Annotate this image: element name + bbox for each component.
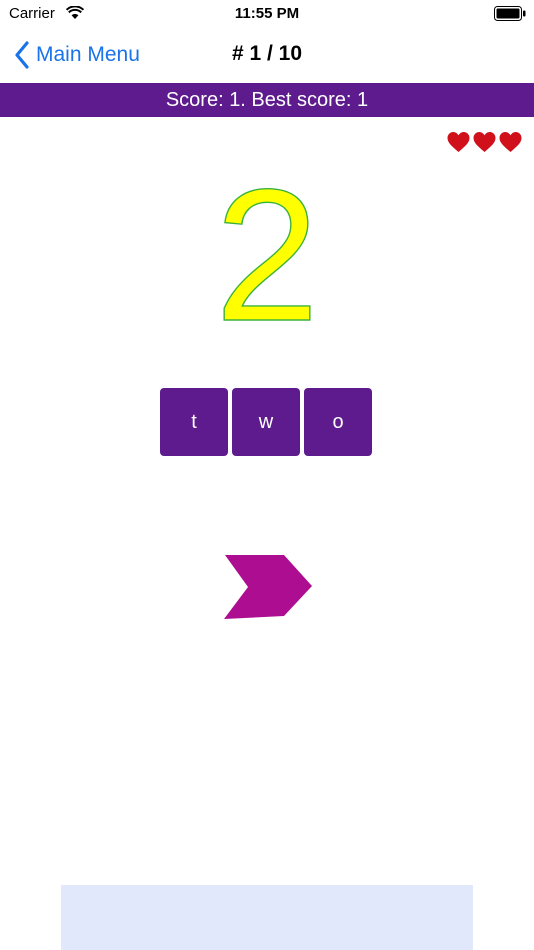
heart-icon	[447, 132, 470, 152]
battery-icon	[494, 6, 526, 21]
answer-tiles: two	[160, 388, 372, 456]
letter-tile[interactable]: w	[232, 388, 300, 456]
chevron-left-icon	[15, 41, 29, 69]
clock: 11:55 PM	[234, 5, 300, 22]
back-button-label: Main Menu	[36, 43, 140, 66]
number-display: 2	[210, 149, 324, 360]
lives-indicator	[446, 131, 526, 155]
heart-icon	[499, 132, 522, 152]
ad-banner[interactable]	[61, 885, 473, 950]
number-glyph: 2	[215, 180, 320, 330]
letter-tile[interactable]: t	[160, 388, 228, 456]
arrow-right-icon	[224, 555, 312, 619]
score-banner: Score: 1. Best score: 1	[0, 83, 534, 117]
next-button[interactable]	[222, 553, 314, 621]
back-button[interactable]: Main Menu	[14, 38, 140, 72]
status-bar: Carrier 11:55 PM	[0, 0, 534, 28]
heart-icon	[473, 132, 496, 152]
navigation-bar: Main Menu # 1 / 10	[0, 28, 534, 82]
letter-tile[interactable]: o	[304, 388, 372, 456]
